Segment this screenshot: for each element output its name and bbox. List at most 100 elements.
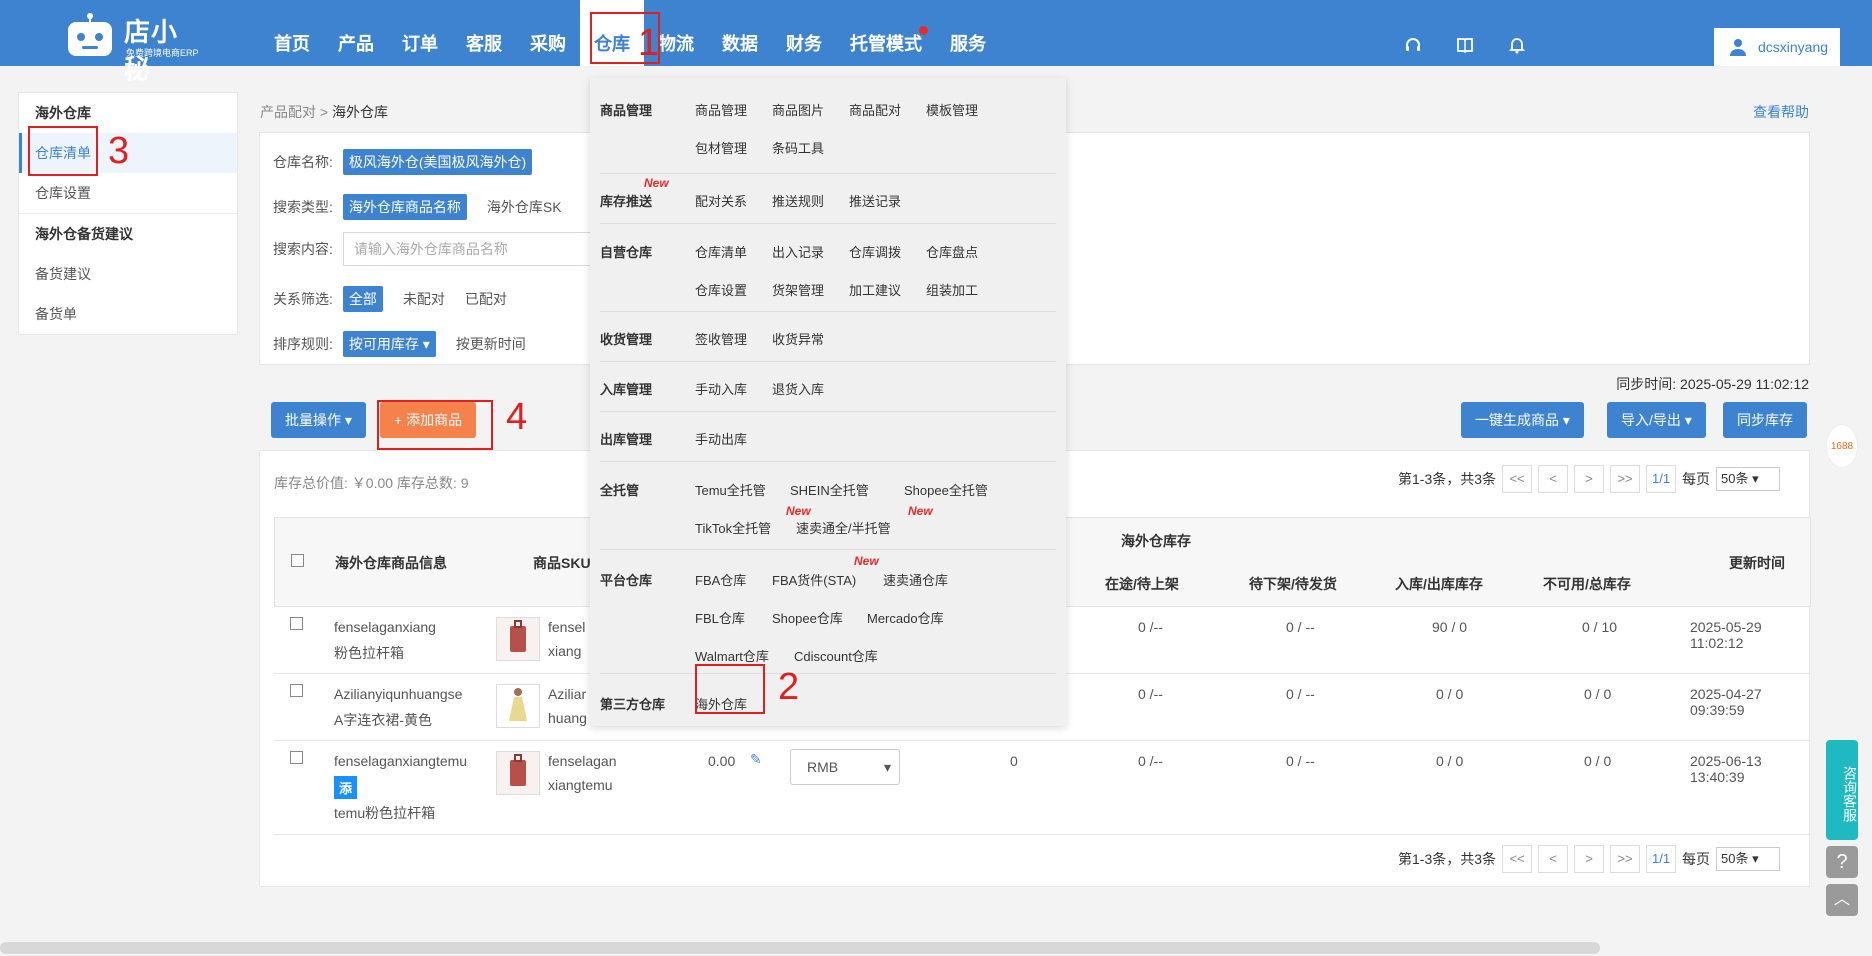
nav-services[interactable]: 服务 — [936, 0, 1000, 66]
nav-orders[interactable]: 订单 — [388, 0, 452, 66]
menu-link-push-records[interactable]: 推送记录 — [849, 191, 901, 210]
menu-section-managed: 全托管 Temu全托管 SHEIN全托管 Shopee全托管 TikTok全托管… — [600, 462, 1056, 550]
menu-link-shopee-managed[interactable]: Shopee全托管 — [904, 480, 988, 499]
page-first-button[interactable]: << — [1502, 465, 1533, 493]
menu-link-walmart-warehouse[interactable]: Walmart仓库 — [695, 646, 769, 665]
stock-value: 0 — [1010, 753, 1018, 769]
sort-available-stock[interactable]: 按可用库存 ▾ — [342, 331, 436, 357]
filter-row-content: 搜索内容: 请输入海外仓库商品名称 — [273, 232, 603, 266]
per-page-label: 每页 — [1682, 471, 1711, 487]
nav-managed-mode-label: 托管模式 — [850, 34, 922, 54]
annotation-number-4: 4 — [506, 396, 528, 438]
menu-link-mercado-warehouse[interactable]: Mercado仓库 — [867, 608, 944, 627]
horizontal-scrollbar[interactable] — [0, 942, 1600, 954]
help-question-icon[interactable]: ? — [1826, 846, 1858, 878]
sync-stock-button[interactable]: 同步库存 — [1723, 402, 1807, 438]
sync-time: 同步时间: 2025-05-29 11:02:12 — [1616, 376, 1809, 392]
menu-link-shopee-warehouse[interactable]: Shopee仓库 — [772, 608, 843, 627]
bell-icon[interactable] — [1504, 32, 1530, 58]
edit-icon[interactable]: ✎ — [750, 751, 762, 768]
page-last-button[interactable]: >> — [1610, 845, 1641, 873]
logo[interactable]: 店小秘 免费跨境电商ERP — [64, 8, 204, 84]
menu-section-goods: 商品管理 商品管理 商品图片 商品配对 模板管理 包材管理 条码工具 — [600, 78, 1056, 174]
page-first-button[interactable]: << — [1502, 845, 1533, 873]
search-type-active[interactable]: 海外仓库商品名称 — [342, 194, 467, 220]
relation-all[interactable]: 全部 — [342, 286, 383, 312]
menu-link-shelf-manage[interactable]: 货架管理 — [772, 280, 824, 299]
page-prev-button[interactable]: < — [1538, 845, 1569, 873]
nav-managed-mode[interactable]: 托管模式 — [836, 0, 936, 66]
relation-unpaired[interactable]: 未配对 — [403, 289, 445, 309]
menu-link-fba-sta[interactable]: FBA货件(STA) — [772, 570, 856, 589]
menu-link-tiktok-managed[interactable]: TikTok全托管 — [695, 518, 771, 537]
menu-link-barcode-tool[interactable]: 条码工具 — [772, 138, 824, 157]
nav-customer-service[interactable]: 客服 — [452, 0, 516, 66]
import-export-button[interactable]: 导入/导出 ▾ — [1607, 402, 1706, 438]
page-next-button[interactable]: > — [1574, 465, 1605, 493]
menu-link-in-out-records[interactable]: 出入记录 — [772, 242, 824, 261]
row-checkbox[interactable] — [290, 617, 303, 630]
nav-data[interactable]: 数据 — [708, 0, 772, 66]
menu-link-processing[interactable]: 加工建议 — [849, 280, 901, 299]
menu-link-return-inbound[interactable]: 退货入库 — [772, 379, 824, 398]
menu-link-goods-manage[interactable]: 商品管理 — [695, 100, 747, 119]
batch-operations-button[interactable]: 批量操作 ▾ — [271, 402, 366, 438]
menu-link-packaging[interactable]: 包材管理 — [695, 138, 747, 157]
menu-link-warehouse-list[interactable]: 仓库清单 — [695, 242, 747, 261]
nav-products[interactable]: 产品 — [324, 0, 388, 66]
headset-icon[interactable] — [1400, 32, 1426, 58]
badge-1688-icon[interactable]: 1688 — [1826, 424, 1858, 468]
help-link[interactable]: 查看帮助 — [1753, 102, 1809, 122]
row-checkbox[interactable] — [290, 751, 303, 764]
book-icon[interactable] — [1452, 32, 1478, 58]
per-page-select[interactable]: 50条 ▾ — [1716, 847, 1781, 871]
menu-link-aliexpress-warehouse[interactable]: 速卖通仓库 — [883, 570, 948, 589]
sku-line1: fensel — [548, 619, 586, 635]
menu-link-goods-pairing[interactable]: 商品配对 — [849, 100, 901, 119]
page-last-button[interactable]: >> — [1610, 465, 1641, 493]
menu-link-cdiscount-warehouse[interactable]: Cdiscount仓库 — [794, 646, 878, 665]
menu-link-warehouse-settings[interactable]: 仓库设置 — [695, 280, 747, 299]
select-all-checkbox[interactable] — [291, 554, 304, 567]
generate-products-button[interactable]: 一键生成商品 ▾ — [1461, 402, 1584, 438]
sidebar-item-warehouse-settings[interactable]: 仓库设置 — [19, 173, 237, 213]
nav-finance[interactable]: 财务 — [772, 0, 836, 66]
menu-link-shein-managed[interactable]: SHEIN全托管 — [790, 480, 869, 499]
relation-paired[interactable]: 已配对 — [465, 289, 507, 309]
page-prev-button[interactable]: < — [1538, 465, 1569, 493]
menu-link-push-rules[interactable]: 推送规则 — [772, 191, 824, 210]
menu-link-fbl-warehouse[interactable]: FBL仓库 — [695, 608, 745, 627]
user-menu[interactable]: dcsxinyang — [1714, 28, 1840, 66]
annotation-box-4 — [377, 400, 493, 450]
menu-link-receive-exception[interactable]: 收货异常 — [772, 329, 824, 348]
menu-link-template-manage[interactable]: 模板管理 — [926, 100, 978, 119]
sidebar-item-stock-suggestion[interactable]: 备货建议 — [19, 254, 237, 294]
menu-link-aliexpress-managed[interactable]: 速卖通全/半托管 — [796, 518, 891, 537]
nav-home[interactable]: 首页 — [260, 0, 324, 66]
scroll-top-icon[interactable]: ︿ — [1826, 884, 1858, 916]
page-next-button[interactable]: > — [1574, 845, 1605, 873]
currency-select[interactable]: RMB ▾ — [790, 749, 900, 785]
menu-link-assembly[interactable]: 组装加工 — [926, 280, 978, 299]
consult-service-button[interactable]: 咨询客服 — [1826, 740, 1858, 840]
search-input[interactable]: 请输入海外仓库商品名称 — [342, 232, 603, 266]
menu-link-fba-warehouse[interactable]: FBA仓库 — [695, 570, 746, 589]
sidebar-item-stock-order[interactable]: 备货单 — [19, 294, 237, 334]
sort-update-time[interactable]: 按更新时间 — [456, 334, 526, 354]
menu-link-pair-relations[interactable]: 配对关系 — [695, 191, 747, 210]
warehouse-tag[interactable]: 极风海外仓(美国极风海外仓) — [342, 149, 533, 175]
per-page-select[interactable]: 50条 ▾ — [1716, 467, 1781, 491]
menu-link-goods-images[interactable]: 商品图片 — [772, 100, 824, 119]
menu-link-temu-managed[interactable]: Temu全托管 — [695, 480, 766, 499]
top-icons — [1400, 32, 1530, 58]
menu-link-manual-outbound[interactable]: 手动出库 — [695, 429, 747, 448]
sidebar-group-stock-suggestions: 海外仓备货建议 — [35, 226, 133, 242]
menu-link-stocktake[interactable]: 仓库盘点 — [926, 242, 978, 261]
menu-link-sign-manage[interactable]: 签收管理 — [695, 329, 747, 348]
search-type-sku[interactable]: 海外仓库SK — [487, 197, 562, 217]
row-checkbox[interactable] — [290, 684, 303, 697]
breadcrumb-parent[interactable]: 产品配对 — [260, 104, 316, 120]
nav-purchasing[interactable]: 采购 — [516, 0, 580, 66]
menu-link-transfer[interactable]: 仓库调拨 — [849, 242, 901, 261]
menu-link-manual-inbound[interactable]: 手动入库 — [695, 379, 747, 398]
